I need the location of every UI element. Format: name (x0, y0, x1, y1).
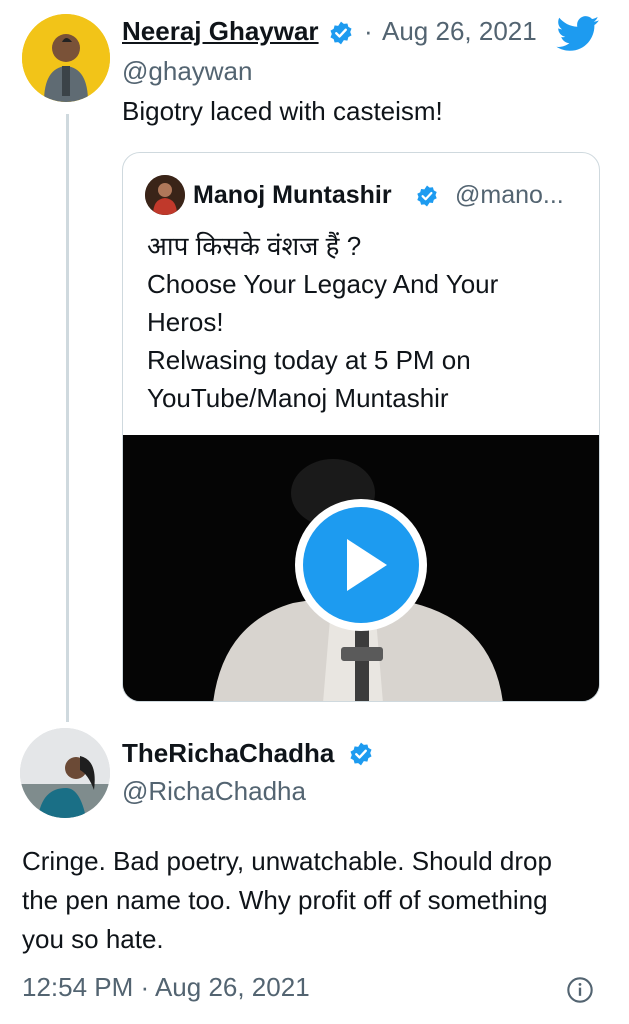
avatar-richa-chadha[interactable] (20, 728, 110, 818)
reply-text-line: the pen name too. Why profit off of some… (22, 885, 548, 915)
twitter-bird-icon[interactable] (556, 16, 600, 52)
video-thumbnail[interactable] (123, 435, 599, 701)
author-name[interactable]: Neeraj Ghaywar (122, 16, 319, 47)
avatar-manoj-muntashir[interactable] (145, 175, 185, 215)
play-button[interactable] (295, 499, 427, 631)
author-name[interactable]: TheRichaChadha (122, 738, 334, 769)
reply-text-line: you so hate. (22, 924, 164, 954)
quoted-tweet-text: आप किसके वंशज हैं ? Choose Your Legacy A… (147, 227, 587, 417)
quoted-author-handle[interactable]: @mano... (455, 181, 564, 210)
verified-badge-icon (330, 21, 352, 45)
avatar-neeraj-ghaywar[interactable] (22, 14, 110, 102)
separator-dot: · (364, 16, 373, 46)
quoted-text-line: आप किसके वंशज हैं ? (147, 231, 362, 261)
info-icon[interactable] (566, 976, 594, 1004)
quoted-text-line: Choose Your Legacy And Your (147, 269, 499, 299)
play-icon (347, 539, 387, 591)
quoted-text-line: Heros! (147, 307, 224, 337)
quoted-text-line: Relwasing today at 5 PM on (147, 345, 471, 375)
verified-badge-icon (417, 185, 437, 207)
quoted-tweet-card[interactable]: Manoj Muntashir @mano... आप किसके वंशज ह… (122, 152, 600, 702)
verified-badge-icon (350, 742, 372, 766)
thread-connector-line (66, 114, 69, 722)
reply-text: Cringe. Bad poetry, unwatchable. Should … (22, 842, 622, 959)
quoted-text-line: YouTube/Manoj Muntashir (147, 383, 449, 413)
reply-text-line: Cringe. Bad poetry, unwatchable. Should … (22, 846, 552, 876)
quoted-author-name[interactable]: Manoj Muntashir (193, 181, 392, 210)
author-handle[interactable]: @RichaChadha (122, 776, 306, 807)
tweet-text: Bigotry laced with casteism! (122, 96, 443, 126)
tweet-date[interactable]: Aug 26, 2021 (382, 16, 537, 47)
author-handle[interactable]: @ghaywan (122, 56, 252, 87)
tweet-timestamp[interactable]: 12:54 PM · Aug 26, 2021 (22, 972, 310, 1003)
